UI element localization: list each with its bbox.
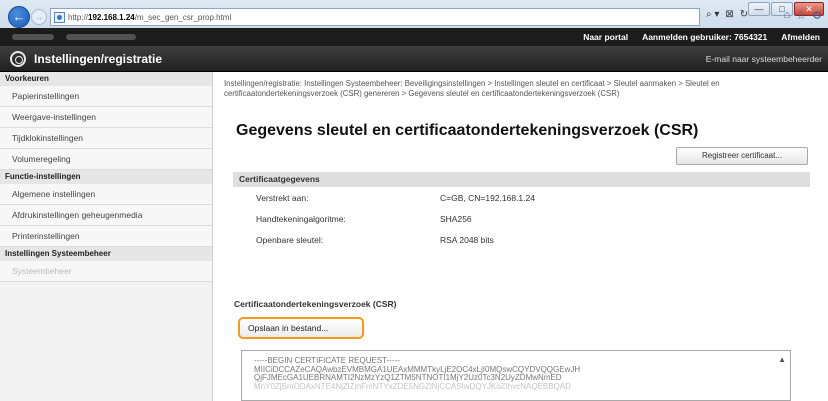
field-signature-algorithm: Handtekeningalgoritme: SHA256: [256, 214, 796, 230]
refresh-icon[interactable]: ↻: [740, 9, 748, 20]
top-status-bar: Naar portal Aanmelden gebruiker: 7654321…: [0, 28, 828, 46]
logged-in-user: Aanmelden gebruiker: 7654321: [642, 32, 768, 42]
csr-textarea[interactable]: -----BEGIN CERTIFICATE REQUEST----- MIIC…: [241, 350, 791, 401]
field-public-key: Openbare sleutel: RSA 2048 bits: [256, 235, 796, 251]
settings-gear-icon[interactable]: ⚙: [812, 9, 822, 22]
field-value: C=GB, CN=192.168.1.24: [440, 193, 535, 203]
csr-line: MnY0ZjBmODAxNTE4NjZlZmFmNTYxZDE5NGZlNjCC…: [254, 381, 571, 391]
topbar-links: Naar portal Aanmelden gebruiker: 7654321…: [583, 32, 820, 42]
main-content: Instellingen/registratie: Instellingen S…: [224, 72, 814, 401]
minimize-button[interactable]: —: [748, 2, 770, 16]
address-tools: ⌕ ▾ ⊠ ↻: [706, 9, 748, 20]
search-dropdown-icon[interactable]: ⌕ ▾: [706, 9, 719, 20]
field-value: SHA256: [440, 214, 472, 224]
page-favicon-icon: [54, 11, 65, 23]
browser-toolbar-icons: ⌂ ☆ ⚙: [784, 9, 822, 22]
sidebar-item-system-management[interactable]: Systeembeheer: [0, 261, 212, 282]
sidebar-item-volume[interactable]: Volumeregeling: [0, 149, 212, 170]
sidebar-heading-preferences: Voorkeuren: [0, 72, 212, 86]
sidebar-item-paper-settings[interactable]: Papierinstellingen: [0, 86, 212, 107]
sidebar: Voorkeuren Papierinstellingen Weergave-i…: [0, 72, 213, 401]
compatibility-icon[interactable]: ⊠: [725, 9, 733, 20]
blurred-device-name: [66, 34, 136, 40]
sidebar-item-printer-settings[interactable]: Printerinstellingen: [0, 226, 212, 247]
field-value: RSA 2048 bits: [440, 235, 494, 245]
url-path: /m_sec_gen_csr_prop.html: [134, 12, 232, 22]
forward-arrow-icon[interactable]: →: [31, 9, 47, 25]
home-icon[interactable]: ⌂: [784, 9, 791, 22]
sidebar-heading-functions: Functie-instellingen: [0, 170, 212, 184]
address-bar[interactable]: http:// 192.168.1.24 /m_sec_gen_csr_prop…: [50, 8, 700, 26]
portal-link[interactable]: Naar portal: [583, 32, 628, 42]
logout-link[interactable]: Afmelden: [781, 32, 820, 42]
url-prefix: http://: [68, 12, 89, 22]
page-title: Gegevens sleutel en certificaatonderteke…: [236, 122, 699, 139]
blurred-product-name: [12, 34, 54, 40]
save-to-file-button[interactable]: Opslaan in bestand...: [238, 317, 364, 339]
field-label: Handtekeningalgoritme:: [256, 214, 346, 224]
sidebar-item-timer-settings[interactable]: Tijdklokinstellingen: [0, 128, 212, 149]
back-arrow-icon[interactable]: ←: [8, 6, 30, 28]
sidebar-item-display-settings[interactable]: Weergave-instellingen: [0, 107, 212, 128]
sidebar-item-memory-media-print[interactable]: Afdrukinstellingen geheugenmedia: [0, 205, 212, 226]
mail-admin-link[interactable]: E-mail naar systeembeheerder: [706, 54, 822, 64]
field-issued-to: Verstrekt aan: C=GB, CN=192.168.1.24: [256, 193, 796, 209]
settings-gear-icon: [10, 51, 26, 67]
header-title: Instellingen/registratie: [34, 52, 163, 66]
url-host: 192.168.1.24: [88, 12, 135, 22]
sidebar-item-general-settings[interactable]: Algemene instellingen: [0, 184, 212, 205]
register-certificate-button[interactable]: Registreer certificaat...: [676, 147, 808, 165]
favorites-star-icon[interactable]: ☆: [796, 9, 806, 22]
browser-titlebar: — □ ✕ ← → http:// 192.168.1.24 /m_sec_ge…: [0, 0, 828, 28]
field-label: Openbare sleutel:: [256, 235, 324, 245]
page-header: Instellingen/registratie E-mail naar sys…: [0, 46, 828, 72]
scroll-up-arrow-icon[interactable]: ▲: [778, 355, 786, 364]
section-certificate-details: Certificaatgegevens: [233, 172, 810, 187]
field-label: Verstrekt aan:: [256, 193, 309, 203]
sidebar-heading-admin: Instellingen Systeembeheer: [0, 247, 212, 261]
csr-label: Certificaatondertekeningsverzoek (CSR): [234, 299, 397, 309]
breadcrumb: Instellingen/registratie: Instellingen S…: [224, 79, 720, 98]
